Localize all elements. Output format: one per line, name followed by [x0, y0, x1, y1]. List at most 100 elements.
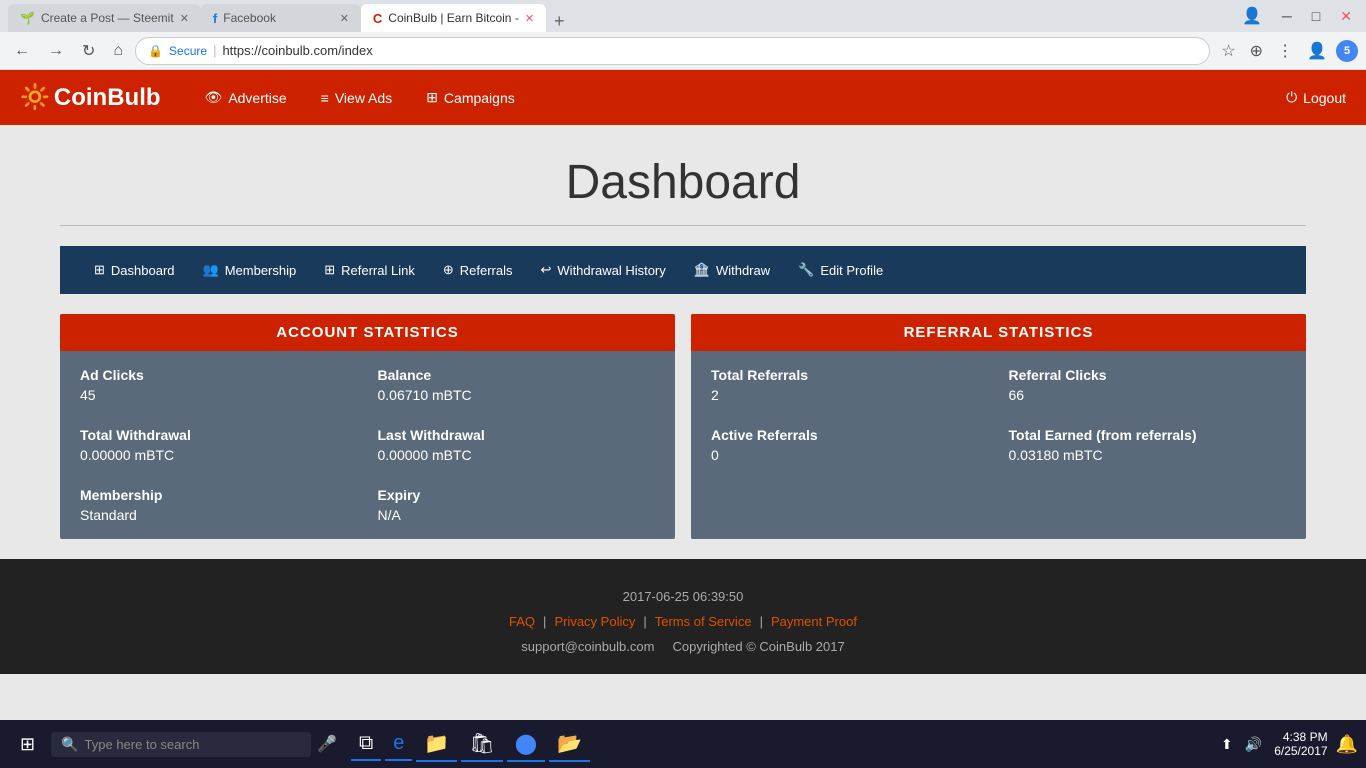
brand-logo[interactable]: 🔆 CoinBulb	[20, 83, 161, 112]
taskbar-search-bar[interactable]: 🔍 Type here to search	[51, 732, 311, 757]
profile-icon[interactable]: 👤	[1236, 4, 1268, 28]
start-button[interactable]: ⊞	[8, 728, 47, 761]
stat-total-referrals-value: 2	[711, 387, 989, 403]
taskbar-apps: ⧉ e 📁 🛍 ⬤ 📂	[351, 727, 590, 762]
browser-tab-facebook[interactable]: f Facebook ✕	[201, 4, 361, 32]
taskbar: ⊞ 🔍 Type here to search 🎤 ⧉ e 📁 🛍 ⬤ 📂 ⬆ …	[0, 720, 1366, 768]
tab-close-facebook[interactable]: ✕	[340, 12, 349, 25]
view-ads-link[interactable]: ≡ View Ads	[307, 82, 407, 114]
stat-active-referrals-label: Active Referrals	[711, 427, 989, 443]
back-button[interactable]: ←	[8, 40, 36, 62]
campaigns-link[interactable]: ⊞ Campaigns	[412, 81, 529, 114]
navbar: 🔆 CoinBulb 👁 Advertise ≡ View Ads ⊞ Camp…	[0, 70, 1366, 125]
footer-payment-proof-link[interactable]: Payment Proof	[771, 614, 857, 629]
task-view-button[interactable]: ⧉	[351, 728, 381, 761]
chrome-menu[interactable]: 5	[1336, 40, 1358, 62]
logout-label: Logout	[1303, 90, 1346, 106]
browser-titlebar: 🌱 Create a Post — Steemit ✕ f Facebook ✕…	[0, 0, 1366, 32]
tab-favicon-coinbulb: C	[373, 11, 382, 26]
tab-referrals-label: Referrals	[460, 263, 513, 278]
coin-icon: 🔆	[20, 83, 50, 112]
tab-label-facebook: Facebook	[223, 11, 276, 25]
stat-balance: Balance 0.06710 mBTC	[378, 367, 656, 403]
page-content: 🔆 CoinBulb 👁 Advertise ≡ View Ads ⊞ Camp…	[0, 70, 1366, 674]
tab-close-steemit[interactable]: ✕	[180, 12, 189, 25]
folder-button[interactable]: 📂	[549, 727, 590, 762]
stat-active-referrals: Active Referrals 0	[711, 427, 989, 463]
tab-referral-link-icon: ⊞	[324, 262, 335, 278]
browser-tab-steemit[interactable]: 🌱 Create a Post — Steemit ✕	[8, 4, 201, 32]
tab-referral-link[interactable]: ⊞ Referral Link	[310, 246, 429, 294]
header-divider	[60, 225, 1306, 226]
extensions-icon[interactable]: ⊕	[1245, 39, 1268, 63]
settings-icon[interactable]: ⋮	[1272, 39, 1298, 63]
stat-expiry-label: Expiry	[378, 487, 656, 503]
maximize-button[interactable]: □	[1306, 6, 1326, 26]
footer-privacy-link[interactable]: Privacy Policy	[554, 614, 635, 629]
stat-total-withdrawal: Total Withdrawal 0.00000 mBTC	[80, 427, 358, 463]
stat-expiry: Expiry N/A	[378, 487, 656, 523]
tab-edit-profile-label: Edit Profile	[820, 263, 883, 278]
tab-close-coinbulb[interactable]: ✕	[525, 12, 534, 25]
system-tray-icons: ⬆ 🔊	[1217, 734, 1266, 755]
taskbar-date-display: 6/25/2017	[1274, 744, 1327, 758]
browser-toolbar-right: ☆ ⊕ ⋮ 👤 5	[1216, 39, 1358, 63]
tab-withdrawal-history[interactable]: ↩ Withdrawal History	[527, 246, 680, 294]
chrome-taskbar-button[interactable]: ⬤	[507, 727, 545, 762]
browser-chrome: 🌱 Create a Post — Steemit ✕ f Facebook ✕…	[0, 0, 1366, 70]
advertise-icon: 👁	[205, 89, 223, 106]
tab-withdraw[interactable]: 🏦 Withdraw	[680, 246, 784, 294]
home-button[interactable]: ⌂	[107, 40, 129, 62]
tab-edit-profile[interactable]: 🔧 Edit Profile	[784, 246, 897, 294]
advertise-link[interactable]: 👁 Advertise	[191, 81, 301, 114]
tab-membership-label: Membership	[225, 263, 297, 278]
stat-referral-clicks-label: Referral Clicks	[1009, 367, 1287, 383]
file-explorer-button[interactable]: 📁	[416, 727, 457, 762]
edge-browser-button[interactable]: e	[385, 728, 412, 761]
store-button[interactable]: 🛍	[461, 727, 502, 762]
tab-favicon-facebook: f	[213, 11, 217, 26]
taskbar-right: ⬆ 🔊 4:38 PM 6/25/2017 🔔	[1217, 730, 1358, 758]
stat-last-withdrawal-value: 0.00000 mBTC	[378, 447, 656, 463]
tab-referral-link-label: Referral Link	[341, 263, 415, 278]
account-stats-header: ACCOUNT STATISTICS	[60, 314, 675, 351]
address-bar[interactable]: 🔒 Secure | https://coinbulb.com/index	[135, 37, 1210, 65]
minimize-button[interactable]: ─	[1276, 6, 1298, 26]
notification-button[interactable]: 🔔	[1336, 734, 1358, 755]
browser-tab-coinbulb[interactable]: C CoinBulb | Earn Bitcoin - ✕	[361, 4, 546, 32]
window-controls: 👤 ─ □ ✕	[1236, 4, 1358, 28]
tab-membership[interactable]: 👥 Membership	[189, 246, 311, 294]
stat-total-withdrawal-value: 0.00000 mBTC	[80, 447, 358, 463]
tab-favicon-steemit: 🌱	[20, 11, 35, 25]
secure-label: Secure	[169, 44, 207, 58]
referral-stats-body: Total Referrals 2 Referral Clicks 66 Act…	[691, 351, 1306, 479]
referral-stats-header: REFERRAL STATISTICS	[691, 314, 1306, 351]
account-stats-body: Ad Clicks 45 Balance 0.06710 mBTC Total …	[60, 351, 675, 539]
microphone-icon[interactable]: 🎤	[311, 734, 343, 754]
dashboard-header: Dashboard	[0, 125, 1366, 225]
footer-sep-1: |	[543, 614, 546, 629]
forward-button[interactable]: →	[42, 40, 70, 62]
bookmark-icon[interactable]: ☆	[1216, 39, 1240, 63]
footer-faq-link[interactable]: FAQ	[509, 614, 535, 629]
close-button[interactable]: ✕	[1334, 6, 1358, 27]
logout-button[interactable]: ⏻ Logout	[1286, 89, 1346, 106]
view-ads-label: View Ads	[335, 90, 392, 106]
taskbar-search-placeholder: Type here to search	[85, 737, 200, 752]
stat-last-withdrawal-label: Last Withdrawal	[378, 427, 656, 443]
footer-tos-link[interactable]: Terms of Service	[655, 614, 752, 629]
stat-ad-clicks-value: 45	[80, 387, 358, 403]
network-icon: ⬆	[1217, 734, 1237, 755]
tab-label-steemit: Create a Post — Steemit	[41, 11, 174, 25]
user-icon[interactable]: 👤	[1302, 39, 1332, 63]
footer-sep-3: |	[760, 614, 763, 629]
tab-withdrawal-history-icon: ↩	[541, 262, 552, 278]
stat-balance-value: 0.06710 mBTC	[378, 387, 656, 403]
campaigns-icon: ⊞	[426, 89, 438, 106]
new-tab-button[interactable]: +	[546, 11, 573, 32]
tab-dashboard[interactable]: ⊞ Dashboard	[80, 246, 189, 294]
footer-timestamp: 2017-06-25 06:39:50	[20, 589, 1346, 604]
tab-referrals[interactable]: ⊕ Referrals	[429, 246, 527, 294]
refresh-button[interactable]: ↻	[76, 39, 101, 63]
taskbar-search-icon: 🔍	[61, 736, 78, 753]
